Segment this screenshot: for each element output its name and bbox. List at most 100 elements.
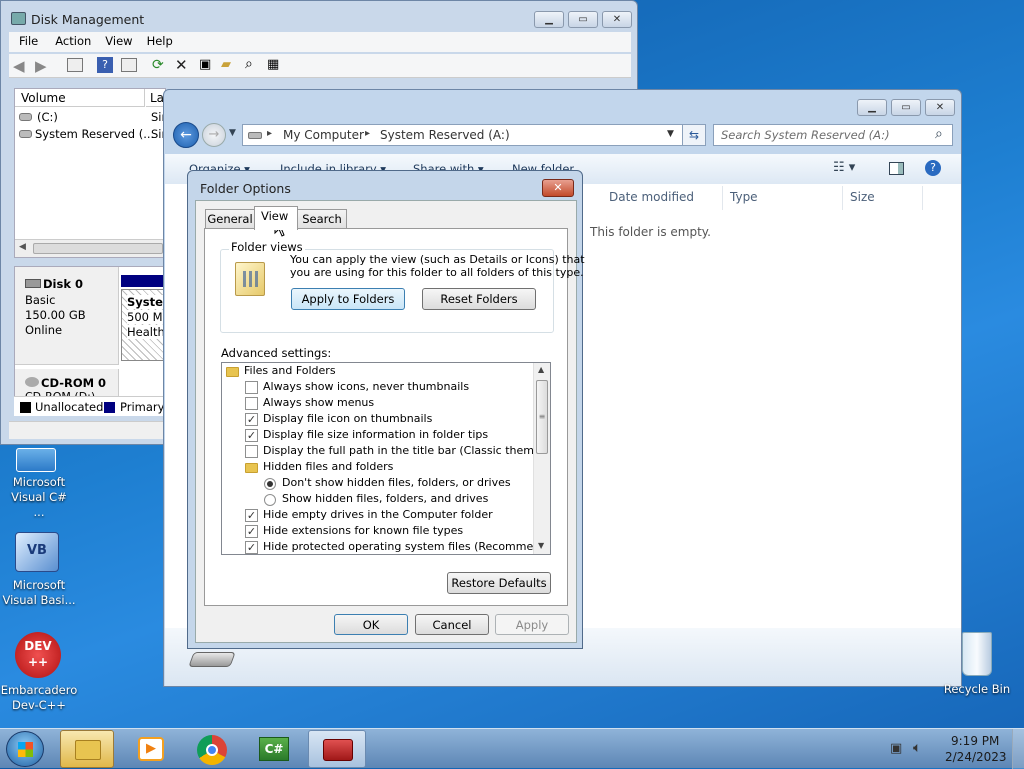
setting-label[interactable]: Hide protected operating system files (R… (263, 540, 550, 553)
breadcrumb-my-computer[interactable]: My Computer (283, 128, 364, 142)
setting-label[interactable]: Display the full path in the title bar (… (263, 444, 550, 457)
share-with-button[interactable]: Share with ▾ (413, 162, 484, 170)
scroll-up-icon[interactable]: ▲ (538, 365, 544, 374)
setting-checkbox[interactable]: ✓ (245, 525, 258, 538)
scroll-down-icon[interactable]: ▼ (538, 541, 544, 550)
taskbar-disk-mgmt[interactable] (308, 730, 366, 768)
help-icon[interactable]: ? (925, 160, 941, 176)
setting-label[interactable]: Hide empty drives in the Computer folder (263, 508, 493, 521)
clock-date[interactable]: 2/24/2023 (945, 750, 1007, 764)
taskbar-csharp[interactable]: C# (248, 730, 302, 768)
desktop-icon-visual-csharp[interactable]: Microsoft Visual C# ... (4, 448, 74, 519)
console-tree-icon[interactable] (67, 58, 83, 72)
show-desktop-button[interactable] (1012, 729, 1024, 769)
setting-radio[interactable] (264, 494, 276, 506)
setting-checkbox[interactable] (245, 445, 258, 458)
desktop-icon-visual-basic[interactable]: VB Microsoft Visual Basi... (2, 530, 76, 608)
forward-button[interactable]: → (202, 123, 226, 147)
open-icon[interactable]: ▰ (221, 57, 231, 72)
scroll-thumb[interactable]: ≡ (536, 380, 548, 454)
desktop-icon-dev-cpp[interactable]: DEV ++ Embarcadero Dev-C++ (0, 630, 78, 714)
check-icon[interactable]: ▣ (199, 57, 211, 72)
minimize-button[interactable]: ▁ (534, 11, 564, 28)
view-options-icon[interactable]: ☷ ▾ (833, 160, 855, 175)
delete-icon[interactable]: ✕ (175, 56, 188, 74)
setting-checkbox[interactable]: ✓ (245, 429, 258, 442)
vertical-scrollbar[interactable]: ▲ ≡ ▼ (533, 363, 550, 554)
recent-pages-icon[interactable]: ▼ (229, 128, 236, 138)
properties-icon[interactable] (121, 58, 137, 72)
ok-button[interactable]: OK (334, 614, 408, 635)
apply-to-folders-button[interactable]: Apply to Folders (291, 288, 405, 310)
close-button[interactable]: ✕ (602, 11, 632, 28)
setting-checkbox[interactable] (245, 381, 258, 394)
address-bar[interactable]: ▸ My Computer ▸ System Reserved (A:) ▼ (242, 124, 706, 146)
advanced-settings-tree[interactable]: Files and Folders Always show icons, neve… (221, 362, 551, 555)
forward-icon[interactable]: ▶ (35, 57, 47, 75)
horizontal-scrollbar[interactable]: ◀ (15, 239, 165, 257)
search-icon[interactable]: ⌕ (245, 56, 253, 72)
desktop-icon-recycle-bin[interactable]: Recycle Bin (940, 630, 1014, 700)
start-button[interactable] (6, 731, 44, 767)
setting-label[interactable]: Always show menus (263, 396, 374, 409)
address-dropdown-icon[interactable]: ▼ (667, 129, 674, 139)
taskbar-media-player[interactable]: ▶ (126, 730, 180, 768)
menu-file[interactable]: File (9, 32, 48, 52)
clock-time[interactable]: 9:19 PM (951, 734, 999, 748)
setting-label[interactable]: Don't show hidden files, folders, or dri… (282, 476, 511, 489)
column-header-type[interactable]: Type (730, 190, 758, 204)
setting-label[interactable]: Display file icon on thumbnails (263, 412, 432, 425)
setting-checkbox[interactable]: ✓ (245, 413, 258, 426)
tree-group-label[interactable]: Hidden files and folders (263, 460, 393, 473)
settings-icon[interactable]: ▦ (267, 57, 279, 72)
reset-folders-button[interactable]: Reset Folders (422, 288, 536, 310)
breadcrumb-current[interactable]: System Reserved (A:) (380, 128, 510, 142)
apply-button[interactable]: Apply (495, 614, 569, 635)
setting-label[interactable]: Show hidden files, folders, and drives (282, 492, 488, 505)
scroll-thumb[interactable] (33, 243, 163, 254)
dialog-close-button[interactable]: ✕ (542, 179, 574, 197)
menu-action[interactable]: Action (48, 32, 98, 52)
taskbar-chrome[interactable] (186, 730, 240, 768)
column-header-volume[interactable]: Volume (15, 89, 145, 107)
preview-pane-icon[interactable] (889, 162, 904, 175)
maximize-button[interactable]: ▭ (568, 11, 598, 28)
tree-group-label[interactable]: Files and Folders (244, 364, 336, 377)
column-header-size[interactable]: Size (850, 190, 875, 204)
back-button[interactable]: ← (173, 122, 199, 148)
back-icon[interactable]: ◀ (13, 57, 25, 75)
new-folder-button[interactable]: New folder (512, 162, 574, 170)
refresh-icon[interactable]: ⟳ (152, 57, 164, 73)
setting-label[interactable]: Display file size information in folder … (263, 428, 488, 441)
column-header-date-modified[interactable]: Date modified (609, 190, 694, 204)
search-box[interactable]: Search System Reserved (A:) ⌕ (713, 124, 953, 146)
setting-label[interactable]: Hide extensions for known file types (263, 524, 463, 537)
setting-radio[interactable] (264, 478, 276, 490)
tab-search[interactable]: Search (297, 209, 347, 228)
cancel-button[interactable]: Cancel (415, 614, 489, 635)
organize-button[interactable]: Organize ▾ (189, 162, 250, 170)
help-icon[interactable]: ? (97, 57, 113, 73)
maximize-button[interactable]: ▭ (891, 99, 921, 116)
menu-help[interactable]: Help (140, 32, 180, 52)
minimize-button[interactable]: ▁ (857, 99, 887, 116)
refresh-button[interactable]: ⇆ (682, 124, 706, 146)
tab-general[interactable]: General (205, 209, 255, 228)
volume-name[interactable]: System Reserved (... (35, 127, 154, 141)
restore-defaults-button[interactable]: Restore Defaults (447, 572, 551, 594)
include-in-library-button[interactable]: Include in library ▾ (280, 162, 386, 170)
menu-view[interactable]: View (98, 32, 139, 52)
setting-label[interactable]: Always show icons, never thumbnails (263, 380, 469, 393)
close-button[interactable]: ✕ (925, 99, 955, 116)
volume-name[interactable]: (C:) (37, 110, 58, 124)
taskbar-explorer[interactable] (60, 730, 114, 768)
setting-checkbox[interactable]: ✓ (245, 509, 258, 522)
search-icon[interactable]: ⌕ (935, 126, 943, 142)
scroll-left-icon[interactable]: ◀ (19, 242, 26, 252)
setting-checkbox[interactable]: ✓ (245, 541, 258, 554)
volume-icon[interactable]: 🔈︎ (913, 740, 921, 756)
setting-checkbox[interactable] (245, 397, 258, 410)
tab-view[interactable]: View (254, 206, 298, 230)
network-icon[interactable]: ▣ (890, 741, 902, 756)
volume-list[interactable]: Volume Lay (C:) Sim System Reserved (...… (14, 88, 173, 258)
